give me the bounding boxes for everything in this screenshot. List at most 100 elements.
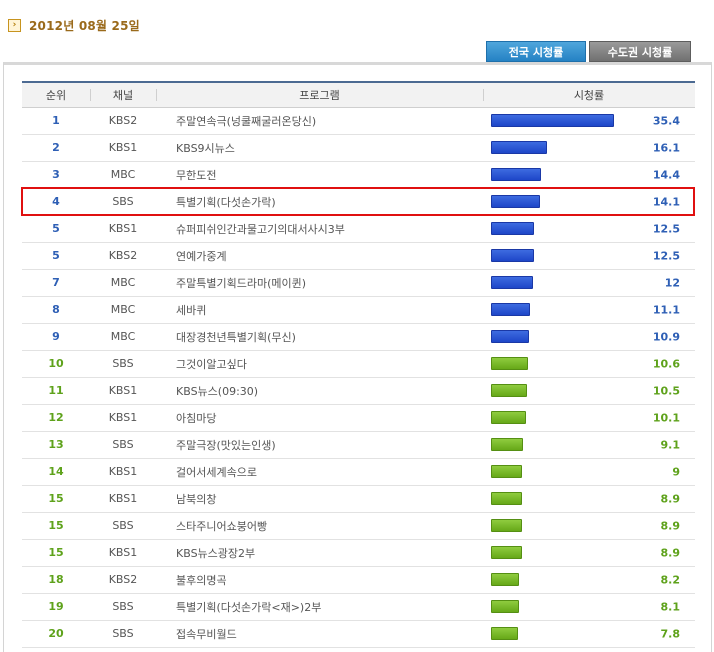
channel-cell: KBS1 xyxy=(90,458,156,486)
program-cell[interactable]: 아침마당 xyxy=(156,404,483,432)
program-cell[interactable]: KBS9시뉴스 xyxy=(156,134,483,162)
table-row[interactable]: 14 KBS1 걸어서세계속으로 9 xyxy=(22,458,695,486)
rating-cell: 11.1 xyxy=(483,296,695,324)
program-cell[interactable]: 세바퀴 xyxy=(156,296,483,324)
tab-capital-rating[interactable]: 수도권 시청률 xyxy=(589,41,691,62)
table-row[interactable]: 15 SBS 스타주니어쇼붕어빵 8.9 xyxy=(22,512,695,540)
channel-cell: MBC xyxy=(90,269,156,297)
program-cell[interactable]: 남북의창 xyxy=(156,485,483,513)
table-row[interactable]: 7 MBC 주말특별기획드라마(메이퀸) 12 xyxy=(22,269,695,297)
program-cell[interactable]: KBS뉴스광장2부 xyxy=(156,539,483,567)
table-row[interactable]: 13 SBS 주말극장(맛있는인생) 9.1 xyxy=(22,431,695,459)
rating-value: 12.5 xyxy=(652,222,680,235)
rating-cell: 12.5 xyxy=(483,242,695,270)
table-row[interactable]: 3 MBC 무한도전 14.4 xyxy=(22,161,695,189)
rating-bar xyxy=(491,249,534,263)
table-row[interactable]: 19 SBS 특별기획(다섯손가락<재>)2부 8.1 xyxy=(22,593,695,621)
channel-cell: SBS xyxy=(90,431,156,459)
table-row[interactable]: 10 SBS 그것이알고싶다 10.6 xyxy=(22,350,695,378)
table-row[interactable]: 11 KBS1 KBS뉴스(09:30) 10.5 xyxy=(22,377,695,405)
rating-bar xyxy=(491,303,530,317)
program-cell[interactable]: 불후의명곡 xyxy=(156,566,483,594)
rating-value: 8.9 xyxy=(660,519,681,532)
channel-cell: KBS2 xyxy=(90,107,156,135)
rating-value: 12.5 xyxy=(652,249,680,262)
rating-bar xyxy=(491,492,522,506)
channel-cell: SBS xyxy=(90,593,156,621)
header-rating: 시청률 xyxy=(483,81,695,108)
channel-cell: KBS1 xyxy=(90,377,156,405)
rank-cell: 15 xyxy=(22,539,90,567)
program-cell[interactable]: 주말연속극(넝쿨째굴러온당신) xyxy=(156,107,483,135)
channel-cell: KBS2 xyxy=(90,566,156,594)
program-cell[interactable]: 걸어서세계속으로 xyxy=(156,458,483,486)
rating-value: 9.1 xyxy=(660,438,681,451)
table-row[interactable]: 12 KBS1 아침마당 10.1 xyxy=(22,404,695,432)
rating-cell: 8.9 xyxy=(483,512,695,540)
program-cell[interactable]: 무한도전 xyxy=(156,161,483,189)
program-cell[interactable]: 주말극장(맛있는인생) xyxy=(156,431,483,459)
rating-bar xyxy=(491,195,540,209)
program-cell[interactable]: KBS뉴스(09:30) xyxy=(156,377,483,405)
table-row[interactable]: 20 SBS 접속무비월드 7.8 xyxy=(22,620,695,648)
rank-cell: 15 xyxy=(22,485,90,513)
program-cell[interactable]: 접속무비월드 xyxy=(156,620,483,648)
program-cell[interactable]: 연예가중계 xyxy=(156,242,483,270)
rating-cell: 9.1 xyxy=(483,431,695,459)
program-cell[interactable]: 그것이알고싶다 xyxy=(156,350,483,378)
rating-value: 7.8 xyxy=(660,627,681,640)
channel-cell: SBS xyxy=(90,350,156,378)
rating-value: 10.1 xyxy=(652,411,680,424)
table-row[interactable]: 5 KBS1 슈퍼피쉬인간과물고기의대서사시3부 12.5 xyxy=(22,215,695,243)
rating-cell: 8.2 xyxy=(483,566,695,594)
table-row[interactable]: 18 KBS2 불후의명곡 8.2 xyxy=(22,566,695,594)
rating-bar xyxy=(491,519,522,533)
rating-cell: 10.6 xyxy=(483,350,695,378)
program-cell[interactable]: 슈퍼피쉬인간과물고기의대서사시3부 xyxy=(156,215,483,243)
rating-cell: 35.4 xyxy=(483,107,695,135)
tab-national-label: 전국 시청률 xyxy=(508,45,564,59)
rank-cell: 9 xyxy=(22,323,90,351)
rating-bar xyxy=(491,573,519,587)
rating-value: 10.6 xyxy=(652,357,680,370)
rank-cell: 19 xyxy=(22,593,90,621)
rating-cell: 10.5 xyxy=(483,377,695,405)
table-row[interactable]: 5 KBS2 연예가중계 12.5 xyxy=(22,242,695,270)
rating-bar xyxy=(491,357,528,371)
program-cell[interactable]: 특별기획(다섯손가락<재>)2부 xyxy=(156,593,483,621)
channel-cell: KBS1 xyxy=(90,485,156,513)
rating-value: 10.9 xyxy=(652,330,680,343)
rating-bar xyxy=(491,546,522,560)
program-cell[interactable]: 주말특별기획드라마(메이퀸) xyxy=(156,269,483,297)
rank-cell: 1 xyxy=(22,107,90,135)
rating-cell: 10.9 xyxy=(483,323,695,351)
table-row[interactable]: 8 MBC 세바퀴 11.1 xyxy=(22,296,695,324)
ratings-rows: 1 KBS2 주말연속극(넝쿨째굴러온당신) 35.4 2 KBS1 KBS9시뉴스 16.1… xyxy=(22,107,695,648)
table-row[interactable]: 4 SBS 특별기획(다섯손가락) 14.1 xyxy=(22,188,695,216)
rating-cell: 8.9 xyxy=(483,539,695,567)
program-cell[interactable]: 대장경천년특별기획(무신) xyxy=(156,323,483,351)
table-row[interactable]: 1 KBS2 주말연속극(넝쿨째굴러온당신) 35.4 xyxy=(22,107,695,135)
table-header-row: 순위 채널 프로그램 시청률 xyxy=(22,81,695,108)
channel-cell: MBC xyxy=(90,296,156,324)
rank-cell: 18 xyxy=(22,566,90,594)
rank-cell: 20 xyxy=(22,620,90,648)
table-row[interactable]: 15 KBS1 남북의창 8.9 xyxy=(22,485,695,513)
rating-value: 12 xyxy=(664,276,680,289)
arrow-right-icon: › xyxy=(8,18,21,32)
tab-national-rating[interactable]: 전국 시청률 xyxy=(486,41,586,68)
rank-cell: 2 xyxy=(22,134,90,162)
rating-value: 9 xyxy=(672,465,680,478)
table-row[interactable]: 2 KBS1 KBS9시뉴스 16.1 xyxy=(22,134,695,162)
rating-bar xyxy=(491,465,522,479)
rating-bar xyxy=(491,114,614,128)
table-row[interactable]: 15 KBS1 KBS뉴스광장2부 8.9 xyxy=(22,539,695,567)
rating-bar xyxy=(491,330,529,344)
rating-cell: 9 xyxy=(483,458,695,486)
channel-cell: MBC xyxy=(90,161,156,189)
rating-tabs: 전국 시청률 수도권 시청률 xyxy=(486,41,691,68)
channel-cell: SBS xyxy=(90,620,156,648)
program-cell[interactable]: 특별기획(다섯손가락) xyxy=(156,188,483,216)
table-row[interactable]: 9 MBC 대장경천년특별기획(무신) 10.9 xyxy=(22,323,695,351)
program-cell[interactable]: 스타주니어쇼붕어빵 xyxy=(156,512,483,540)
